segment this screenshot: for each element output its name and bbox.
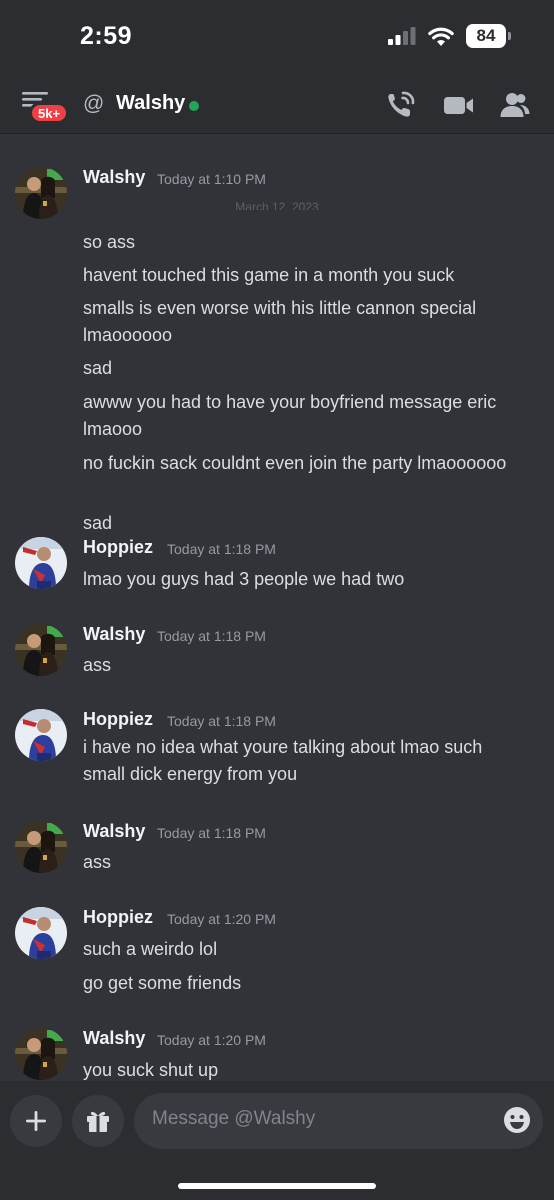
dm-title[interactable]: Walshy [116, 92, 185, 115]
message-author[interactable]: Hoppiez [83, 537, 153, 558]
message-author[interactable]: Hoppiez [83, 709, 153, 730]
channel-header: 5k+ @ Walshy March 12, 2023 [0, 76, 554, 210]
add-attachment-button[interactable] [10, 1095, 62, 1147]
avatar[interactable] [15, 821, 67, 873]
battery-indicator: 84 [466, 24, 511, 48]
avatar[interactable] [15, 1028, 67, 1080]
message-timestamp: Today at 1:20 PM [167, 911, 276, 927]
cellular-signal-icon [388, 27, 416, 45]
message-text[interactable]: sad [83, 510, 538, 537]
online-status-dot [189, 101, 199, 111]
wifi-icon [428, 27, 454, 46]
voice-call-icon[interactable] [385, 90, 417, 120]
avatar[interactable] [15, 907, 67, 959]
message-text[interactable]: sad [83, 355, 538, 382]
message-timestamp: Today at 1:10 PM [157, 171, 266, 187]
message-text[interactable]: ass [83, 652, 538, 679]
message-text[interactable]: so ass [83, 229, 538, 256]
message-text[interactable]: smalls is even worse with his little can… [83, 295, 538, 349]
avatar[interactable] [15, 167, 67, 219]
message-timestamp: Today at 1:18 PM [167, 541, 276, 557]
avatar[interactable] [15, 709, 67, 761]
message-text[interactable]: ass [83, 849, 538, 876]
message-timestamp: Today at 1:20 PM [157, 1032, 266, 1048]
message-text[interactable]: you suck shut up [83, 1057, 538, 1081]
message-author[interactable]: Walshy [83, 821, 145, 842]
unread-badge: 5k+ [29, 102, 70, 124]
menu-button[interactable]: 5k+ [20, 90, 70, 124]
message-timestamp: Today at 1:18 PM [157, 628, 266, 644]
message-text[interactable]: havent touched this game in a month you … [83, 262, 538, 289]
message-text[interactable]: such a weirdo lol [83, 936, 538, 963]
message-author[interactable]: Walshy [83, 167, 145, 188]
message-text[interactable]: i have no idea what youre talking about … [83, 734, 528, 788]
message-input-placeholder: Message @Walshy [152, 1108, 316, 1129]
message-text[interactable]: no fuckin sack couldnt even join the par… [83, 450, 538, 477]
member-list-icon[interactable] [499, 90, 531, 120]
avatar[interactable] [15, 624, 67, 676]
message-author[interactable]: Walshy [83, 624, 145, 645]
message-timestamp: Today at 1:18 PM [167, 713, 276, 729]
home-indicator[interactable] [178, 1183, 376, 1189]
plus-icon [26, 1111, 46, 1131]
gift-icon [87, 1111, 109, 1132]
message-author[interactable]: Walshy [83, 1028, 145, 1049]
avatar[interactable] [15, 537, 67, 589]
status-time: 2:59 [80, 22, 133, 50]
message-author[interactable]: Hoppiez [83, 907, 153, 928]
gift-button[interactable] [72, 1095, 124, 1147]
status-bar: 2:59 84 [0, 0, 554, 76]
emoji-icon[interactable] [502, 1105, 532, 1135]
message-text[interactable]: lmao you guys had 3 people we had two [83, 566, 538, 593]
message-list[interactable]: Walshy Today at 1:10 PM so ass havent to… [0, 135, 554, 1081]
at-sign-icon: @ [83, 92, 105, 115]
message-text[interactable]: awww you had to have your boyfriend mess… [83, 389, 538, 443]
message-text[interactable]: go get some friends [83, 970, 538, 997]
status-indicators: 84 [388, 24, 511, 48]
video-call-icon[interactable] [443, 90, 475, 120]
message-timestamp: Today at 1:18 PM [157, 825, 266, 841]
